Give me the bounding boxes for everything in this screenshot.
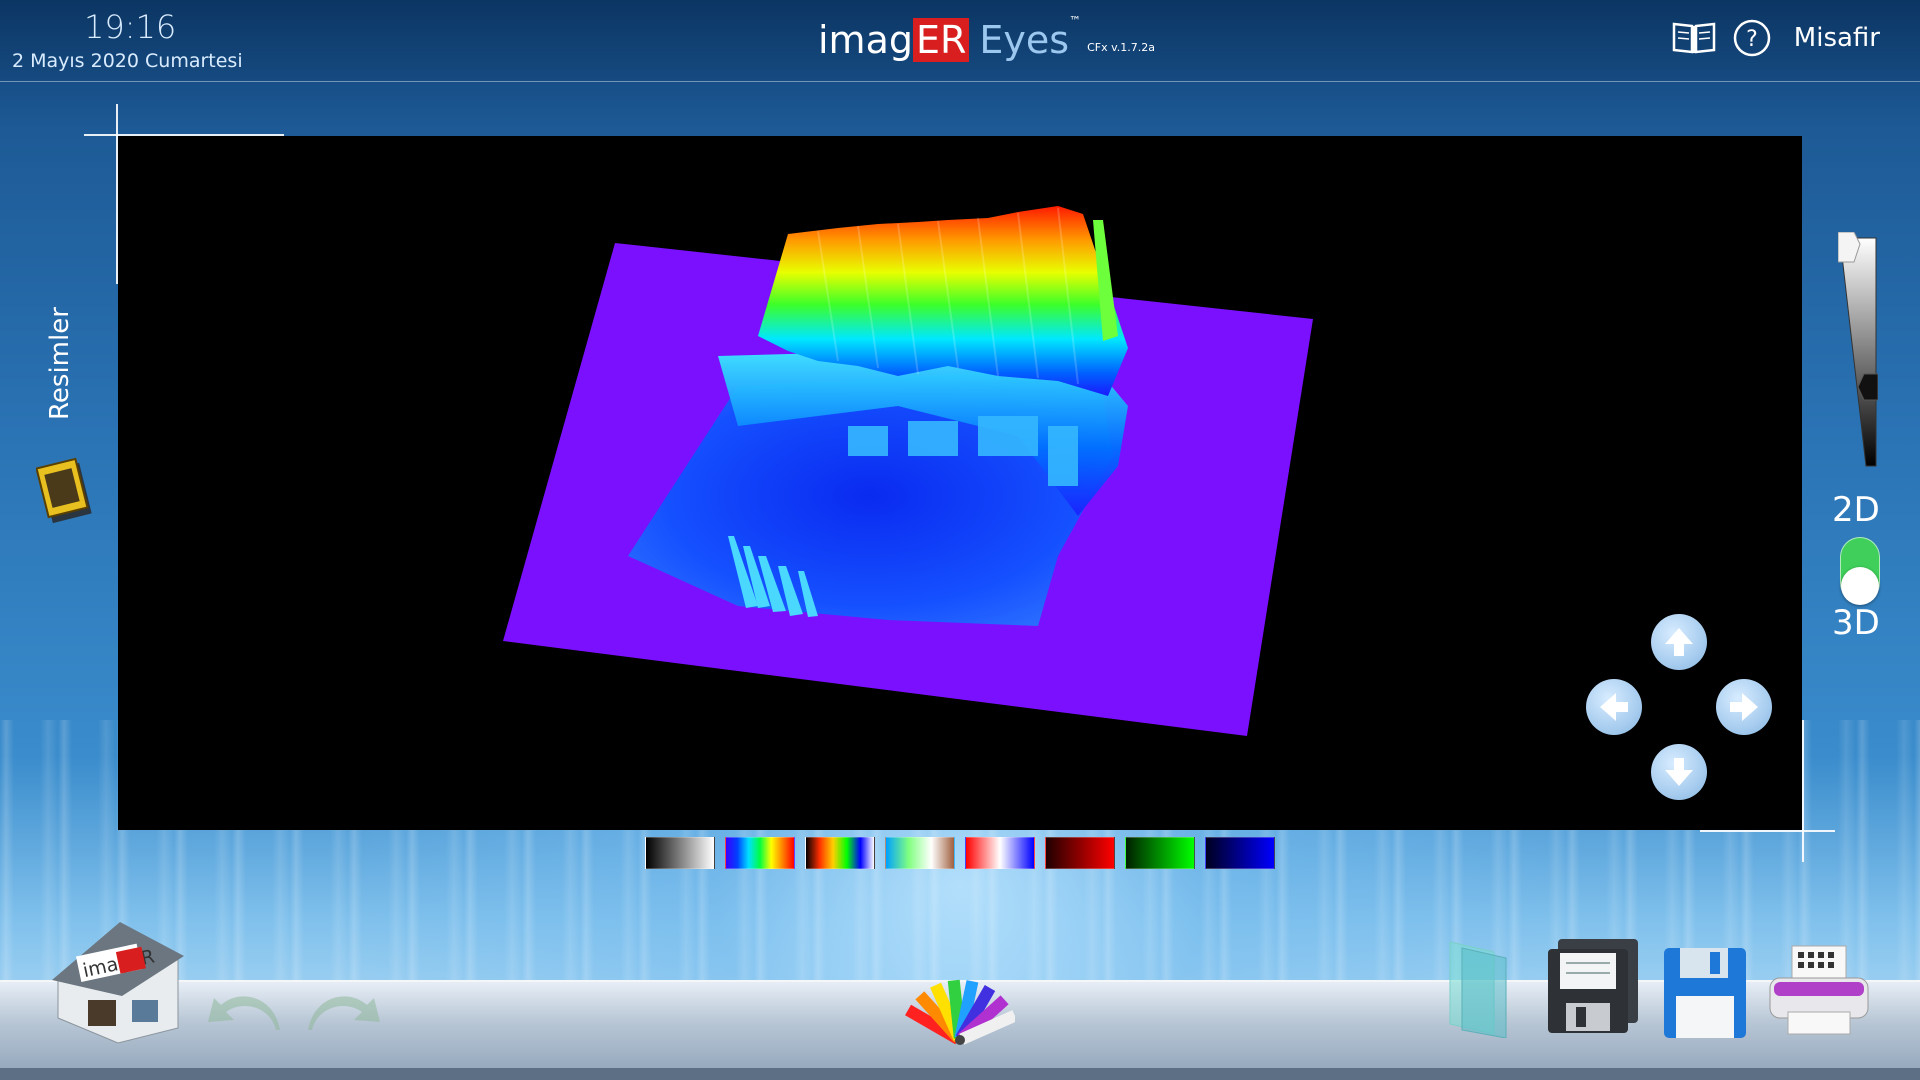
top-right-controls: ? Misafir — [1670, 18, 1880, 58]
arrow-left-icon — [1600, 693, 1628, 721]
level-slider[interactable] — [1837, 231, 1879, 468]
palette-swatch-rainbow[interactable] — [725, 837, 795, 869]
clock: 19:16 — [84, 8, 177, 46]
surface-plot-viewport[interactable] — [118, 136, 1802, 830]
palette-swatch-green[interactable] — [1125, 837, 1195, 869]
app-logo: imag ER Eyes ™ CFx v.1.7.2a — [818, 12, 1155, 62]
house-icon: imagER — [52, 922, 184, 1044]
arrow-right-icon — [1730, 693, 1758, 721]
book-icon — [1672, 22, 1716, 54]
open-folder-button[interactable] — [1444, 938, 1514, 1042]
palette-picker-button[interactable] — [905, 970, 1018, 1054]
frame-line-bottom — [1700, 830, 1835, 832]
images-thumbnail-icon — [35, 457, 92, 524]
help-icon: ? — [1733, 19, 1771, 57]
color-palette-bar — [645, 837, 1275, 869]
logo-text-eyes: Eyes — [979, 18, 1070, 62]
rotate-right-button[interactable] — [1716, 679, 1772, 735]
trademark-symbol: ™ — [1069, 14, 1082, 28]
folder-glass-icon — [1449, 941, 1507, 1039]
level-slider-graphic — [1837, 231, 1879, 467]
mode-2d-label[interactable]: 2D — [1832, 490, 1880, 530]
home-button[interactable]: imagER — [48, 918, 188, 1052]
rotate-up-button[interactable] — [1651, 614, 1707, 670]
palette-swatch-blue[interactable] — [1205, 837, 1275, 869]
logo-text-er: ER — [912, 18, 970, 62]
save-button[interactable] — [1660, 944, 1750, 1048]
mode-3d-label[interactable]: 3D — [1832, 603, 1880, 643]
arrow-down-icon — [1665, 758, 1693, 786]
undo-arrow-icon — [208, 996, 280, 1030]
save-as-button[interactable] — [1536, 935, 1646, 1049]
arrow-up-icon — [1665, 628, 1693, 656]
user-name[interactable]: Misafir — [1794, 23, 1880, 53]
sidebar-images-label[interactable]: Resimler — [45, 307, 75, 420]
print-button[interactable] — [1764, 942, 1874, 1046]
top-bar: 19:16 2 Mayıs 2020 Cumartesi imag ER Eye… — [0, 0, 1920, 82]
palette-swatch-dark-red[interactable] — [1045, 837, 1115, 869]
stacked-floppy-icon — [1548, 939, 1638, 1033]
redo-button[interactable] — [304, 990, 384, 1042]
surface-plot-3d[interactable] — [118, 136, 1802, 830]
printer-icon — [1769, 945, 1869, 1035]
sidebar-images-button[interactable] — [35, 455, 96, 531]
palette-swatch-grayscale[interactable] — [645, 837, 715, 869]
palette-swatch-spectrum-bands[interactable] — [805, 837, 875, 869]
frame-line-right — [1802, 720, 1804, 862]
manual-button[interactable] — [1670, 20, 1718, 56]
dimension-toggle-knob[interactable] — [1841, 567, 1879, 605]
date-label: 2 Mayıs 2020 Cumartesi — [12, 50, 243, 72]
undo-button[interactable] — [204, 990, 284, 1042]
color-fan-icon — [905, 979, 1018, 1045]
rotate-down-button[interactable] — [1651, 744, 1707, 800]
palette-swatch-earth[interactable] — [885, 837, 955, 869]
help-button[interactable]: ? — [1732, 18, 1772, 58]
redo-arrow-icon — [308, 996, 380, 1030]
rotate-left-button[interactable] — [1586, 679, 1642, 735]
palette-swatch-red-white-blue[interactable] — [965, 837, 1035, 869]
logo-text-imag: imag — [818, 18, 913, 62]
bottom-dock-edge — [0, 1068, 1920, 1080]
version-label: CFx v.1.7.2a — [1087, 41, 1155, 54]
floppy-disk-icon — [1664, 948, 1746, 1038]
svg-text:?: ? — [1746, 27, 1758, 52]
